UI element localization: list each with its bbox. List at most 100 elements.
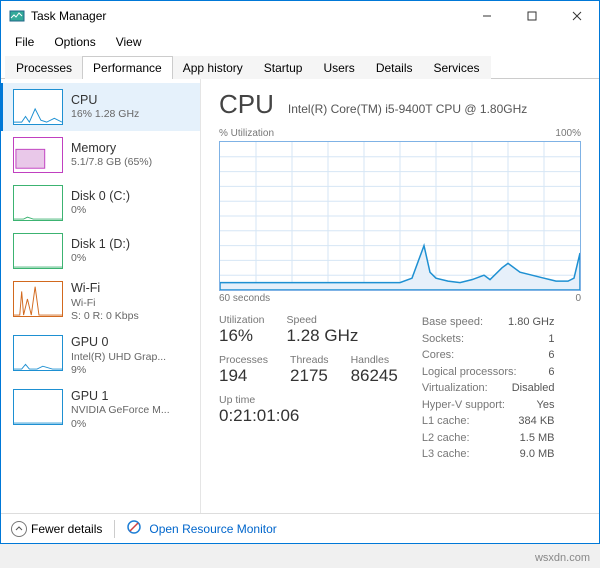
sidebar-sub: Intel(R) UHD Grap...: [71, 351, 166, 364]
stats-area: Utilization 16% Speed 1.28 GHz Processes…: [219, 314, 581, 463]
gpu0-thumb-icon: [13, 335, 63, 371]
sidebar-label: Memory: [71, 141, 152, 157]
sidebar-item-gpu0[interactable]: GPU 0 Intel(R) UHD Grap... 9%: [1, 329, 200, 383]
window-buttons: [464, 1, 599, 31]
spec-row: L2 cache: 1.5 MB: [422, 430, 555, 447]
tab-services[interactable]: Services: [423, 56, 491, 79]
sidebar-sub: NVIDIA GeForce M...: [71, 404, 170, 417]
stat-label: Threads: [290, 354, 329, 366]
spec-key: L2 cache:: [422, 430, 470, 447]
open-resource-monitor-link[interactable]: Open Resource Monitor: [149, 522, 276, 536]
spec-value: 1.5 MB: [520, 430, 555, 447]
spec-key: Cores:: [422, 347, 454, 364]
tabbar: Processes Performance App history Startu…: [1, 53, 599, 79]
menubar: File Options View: [1, 31, 599, 53]
close-button[interactable]: [554, 1, 599, 31]
cpu-utilization-chart[interactable]: [219, 141, 581, 291]
content-area: CPU 16% 1.28 GHz Memory 5.1/7.8 GB (65%): [1, 79, 599, 513]
sidebar-label: Wi-Fi: [71, 281, 139, 297]
sidebar-item-disk1[interactable]: Disk 1 (D:) 0%: [1, 227, 200, 275]
spec-key: Virtualization:: [422, 380, 488, 397]
menu-file[interactable]: File: [7, 33, 42, 51]
spec-value: 6: [548, 364, 554, 381]
spec-row: Sockets: 1: [422, 331, 555, 348]
stat-processes: 194: [219, 366, 268, 386]
spec-key: Base speed:: [422, 314, 483, 331]
sidebar-sub: Wi-Fi: [71, 297, 139, 310]
wifi-thumb-icon: [13, 281, 63, 317]
resource-monitor-icon: [127, 520, 141, 537]
spec-row: Base speed: 1.80 GHz: [422, 314, 555, 331]
spec-value: Yes: [537, 397, 555, 414]
spec-key: Sockets:: [422, 331, 464, 348]
menu-view[interactable]: View: [108, 33, 150, 51]
cpu-model: Intel(R) Core(TM) i5-9400T CPU @ 1.80GHz: [288, 102, 527, 116]
sidebar-item-gpu1[interactable]: GPU 1 NVIDIA GeForce M... 0%: [1, 383, 200, 437]
sidebar-label: Disk 0 (C:): [71, 189, 130, 205]
sidebar-sub2: 0%: [71, 418, 170, 431]
tab-startup[interactable]: Startup: [253, 56, 314, 79]
stat-uptime: 0:21:01:06: [219, 406, 299, 426]
sidebar-sub: 16% 1.28 GHz: [71, 108, 139, 121]
tab-app-history[interactable]: App history: [172, 56, 254, 79]
menu-options[interactable]: Options: [46, 33, 103, 51]
detail-panel: CPU Intel(R) Core(TM) i5-9400T CPU @ 1.8…: [201, 79, 599, 513]
sidebar-sub: 0%: [71, 204, 130, 217]
spec-row: Logical processors: 6: [422, 364, 555, 381]
disk1-thumb-icon: [13, 233, 63, 269]
sidebar-sub2: 9%: [71, 364, 166, 377]
task-manager-window: Task Manager File Options View Processes…: [0, 0, 600, 544]
stat-speed: 1.28 GHz: [287, 326, 359, 346]
spec-value: 1.80 GHz: [508, 314, 554, 331]
titlebar[interactable]: Task Manager: [1, 1, 599, 31]
minimize-button[interactable]: [464, 1, 509, 31]
sidebar-item-disk0[interactable]: Disk 0 (C:) 0%: [1, 179, 200, 227]
sidebar-label: GPU 1: [71, 389, 170, 405]
cpu-specs: Base speed:1.80 GHzSockets:1Cores:6Logic…: [422, 314, 555, 463]
disk0-thumb-icon: [13, 185, 63, 221]
spec-key: Logical processors:: [422, 364, 517, 381]
spec-key: L3 cache:: [422, 446, 470, 463]
tab-processes[interactable]: Processes: [5, 56, 83, 79]
sidebar-sub: 0%: [71, 252, 130, 265]
gpu1-thumb-icon: [13, 389, 63, 425]
watermark: wsxdn.com: [535, 552, 590, 564]
detail-heading: CPU: [219, 89, 274, 120]
stat-threads: 2175: [290, 366, 329, 386]
sidebar-item-wifi[interactable]: Wi-Fi Wi-Fi S: 0 R: 0 Kbps: [1, 275, 200, 329]
tab-users[interactable]: Users: [312, 56, 365, 79]
chart-label-utilization: % Utilization: [219, 128, 274, 139]
spec-value: 1: [548, 331, 554, 348]
sidebar-item-memory[interactable]: Memory 5.1/7.8 GB (65%): [1, 131, 200, 179]
sidebar-sub2: S: 0 R: 0 Kbps: [71, 310, 139, 323]
separator: [114, 520, 115, 538]
chevron-up-icon[interactable]: [11, 521, 27, 537]
sidebar-sub: 5.1/7.8 GB (65%): [71, 156, 152, 169]
spec-value: 6: [548, 347, 554, 364]
spec-row: L1 cache: 384 KB: [422, 413, 555, 430]
memory-thumb-icon: [13, 137, 63, 173]
window-title: Task Manager: [31, 9, 464, 23]
tab-performance[interactable]: Performance: [82, 56, 173, 79]
sidebar[interactable]: CPU 16% 1.28 GHz Memory 5.1/7.8 GB (65%): [1, 79, 201, 513]
spec-value: Disabled: [512, 380, 555, 397]
stat-label: Utilization: [219, 314, 265, 326]
spec-key: Hyper-V support:: [422, 397, 505, 414]
sidebar-item-cpu[interactable]: CPU 16% 1.28 GHz: [1, 83, 200, 131]
spec-value: 384 KB: [518, 413, 554, 430]
stat-label: Up time: [219, 394, 299, 406]
stat-label: Speed: [287, 314, 359, 326]
sidebar-label: GPU 0: [71, 335, 166, 351]
stat-handles: 86245: [351, 366, 398, 386]
spec-row: Cores: 6: [422, 347, 555, 364]
spec-key: L1 cache:: [422, 413, 470, 430]
maximize-button[interactable]: [509, 1, 554, 31]
fewer-details-button[interactable]: Fewer details: [31, 522, 102, 536]
app-icon: [9, 8, 25, 24]
tab-details[interactable]: Details: [365, 56, 424, 79]
chart-label-100: 100%: [555, 128, 581, 139]
sidebar-label: CPU: [71, 93, 139, 109]
spec-row: Hyper-V support: Yes: [422, 397, 555, 414]
cpu-thumb-icon: [13, 89, 63, 125]
spec-row: L3 cache:9.0 MB: [422, 446, 555, 463]
